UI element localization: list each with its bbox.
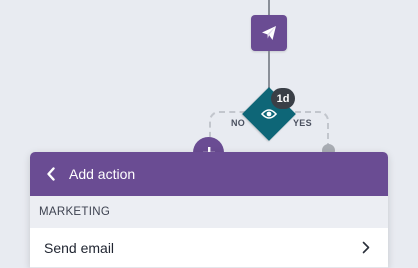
send-email-node[interactable]: [251, 15, 287, 51]
back-button[interactable]: [36, 152, 66, 196]
delay-badge: 1d: [271, 88, 295, 109]
chevron-left-icon: [47, 167, 55, 181]
panel-header: Add action: [30, 152, 388, 196]
connector-line: [268, 0, 270, 15]
section-header-marketing: MARKETING: [30, 196, 388, 228]
action-item-send-email[interactable]: Send email: [30, 228, 388, 268]
eye-icon: [261, 109, 277, 119]
no-branch-label: NO: [231, 118, 246, 128]
panel-title: Add action: [69, 166, 136, 182]
paper-plane-icon: [262, 26, 276, 40]
add-action-panel: Add action MARKETING Send email: [30, 152, 388, 268]
chevron-right-icon: [362, 241, 370, 254]
action-item-label: Send email: [44, 239, 115, 256]
yes-branch-label: YES: [293, 118, 312, 128]
